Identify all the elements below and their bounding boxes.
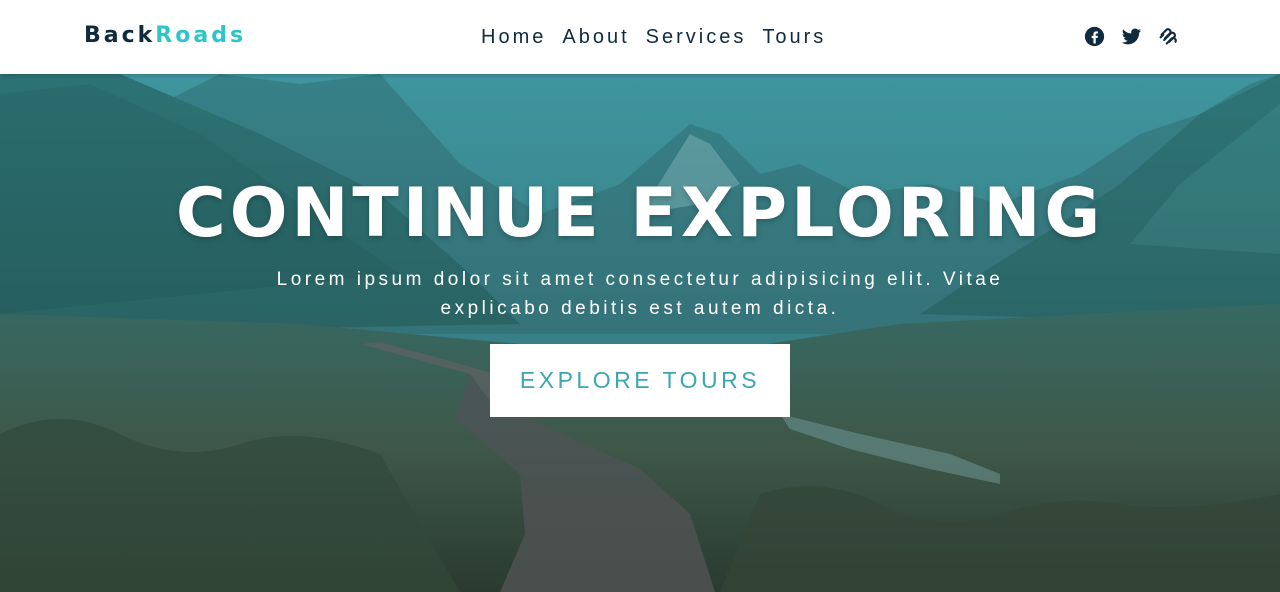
hero-title: CONTINUE EXPLORING <box>175 174 1105 253</box>
brand-logo-part2: Roads <box>155 23 247 48</box>
hero-subtitle: Lorem ipsum dolor sit amet consectetur a… <box>230 265 1050 323</box>
explore-tours-button[interactable]: EXPLORE TOURS <box>490 344 790 417</box>
twitter-icon[interactable] <box>1121 26 1142 47</box>
brand-logo[interactable]: BackRoads <box>84 23 246 48</box>
navbar: BackRoads Home About Services Tours <box>0 0 1280 74</box>
nav-link-about[interactable]: About <box>562 26 629 49</box>
hero-content: CONTINUE EXPLORING Lorem ipsum dolor sit… <box>0 74 1280 592</box>
hero-subtitle-line1: Lorem ipsum dolor sit amet consectetur a… <box>276 269 1004 290</box>
nav-link-tours[interactable]: Tours <box>762 26 826 49</box>
social-links <box>1084 26 1179 47</box>
brand-logo-part1: Back <box>84 23 156 48</box>
squarespace-icon[interactable] <box>1158 26 1179 47</box>
hero-section: CONTINUE EXPLORING Lorem ipsum dolor sit… <box>0 74 1280 592</box>
hero-subtitle-line2: explicabo debitis est autem dicta. <box>440 298 840 319</box>
nav-link-services[interactable]: Services <box>646 26 747 49</box>
nav-link-home[interactable]: Home <box>481 26 546 49</box>
main-nav: Home About Services Tours <box>481 26 826 49</box>
facebook-icon[interactable] <box>1084 26 1105 47</box>
